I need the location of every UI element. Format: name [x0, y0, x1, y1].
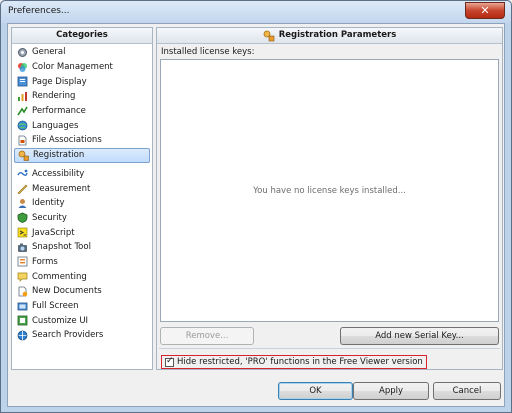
sidebar-item-languages[interactable]: Languages — [14, 118, 150, 133]
sidebar-item-label: Forms — [32, 256, 58, 267]
rendering-icon — [18, 91, 27, 101]
sidebar-item-general[interactable]: General — [14, 45, 150, 60]
javascript-icon — [17, 227, 28, 238]
sidebar-item-label: New Documents — [32, 286, 102, 297]
sidebar-item-label: Color Management — [32, 62, 113, 73]
languages-icon — [17, 120, 28, 131]
ok-button[interactable]: OK — [278, 382, 353, 400]
sidebar-item-label: General — [32, 47, 66, 58]
preferences-window: Preferences... ✕ Categories General Color… — [0, 0, 512, 413]
measurement-icon — [17, 184, 28, 195]
registration-icon — [18, 150, 29, 161]
remove-button[interactable]: Remove... — [160, 327, 254, 345]
dialog-body: Categories General Color Management Page D… — [7, 23, 505, 407]
sidebar-item-forms[interactable]: Forms — [14, 255, 150, 270]
registration-title: Registration Parameters — [278, 30, 397, 40]
sidebar-item-label: Rendering — [32, 91, 76, 102]
sidebar-item-label: File Associations — [32, 135, 102, 146]
sidebar-item-file-associations[interactable]: File Associations — [14, 133, 150, 148]
title-bar[interactable]: Preferences... ✕ — [1, 1, 511, 23]
hide-pro-functions-option[interactable]: Hide restricted, 'PRO' functions in the … — [161, 355, 427, 369]
color-management-icon — [18, 62, 27, 72]
add-serial-key-button[interactable]: Add new Serial Key... — [340, 327, 499, 345]
registration-header: Registration Parameters — [157, 28, 502, 44]
sidebar-item-registration[interactable]: Registration — [14, 147, 150, 163]
sidebar-item-label: Accessibility — [32, 168, 85, 179]
sidebar-item-label: Languages — [32, 120, 79, 131]
sidebar-item-javascript[interactable]: JavaScript — [14, 225, 150, 240]
security-icon — [17, 212, 28, 224]
categories-list: General Color Management Page Display Rende… — [12, 44, 152, 343]
forms-icon — [17, 257, 28, 267]
sidebar-item-commenting[interactable]: Commenting — [14, 269, 150, 284]
cancel-button[interactable]: Cancel — [433, 382, 501, 400]
categories-header: Categories — [12, 28, 152, 44]
accessibility-icon — [17, 169, 28, 177]
registration-icon — [263, 30, 275, 41]
sidebar-item-label: Full Screen — [32, 301, 79, 312]
sidebar-item-label: Page Display — [32, 76, 87, 87]
sidebar-item-security[interactable]: Security — [14, 211, 150, 226]
sidebar-item-label: Snapshot Tool — [32, 242, 91, 253]
window-title: Preferences... — [8, 6, 70, 16]
full-screen-icon — [17, 302, 28, 310]
sidebar-item-label: Performance — [32, 106, 86, 117]
sidebar-item-label: Search Providers — [32, 330, 104, 341]
empty-list-message: You have no license keys installed... — [253, 186, 406, 196]
sidebar-item-label: Commenting — [32, 271, 87, 282]
sidebar-item-customize-ui[interactable]: Customize UI — [14, 313, 150, 328]
hide-pro-label: Hide restricted, 'PRO' functions in the … — [177, 357, 423, 367]
sidebar-item-page-display[interactable]: Page Display — [14, 74, 150, 89]
snapshot-tool-icon — [18, 243, 27, 252]
file-associations-icon — [18, 135, 27, 146]
sidebar-item-label: Security — [32, 212, 67, 223]
sidebar-item-accessibility[interactable]: Accessibility — [14, 167, 150, 182]
commenting-icon — [17, 272, 28, 283]
categories-panel: Categories General Color Management Page D… — [11, 27, 153, 370]
identity-icon — [18, 198, 27, 208]
sidebar-item-identity[interactable]: Identity — [14, 196, 150, 211]
divider — [159, 348, 500, 349]
hide-pro-checkbox[interactable] — [165, 356, 174, 367]
sidebar-item-snapshot-tool[interactable]: Snapshot Tool — [14, 240, 150, 255]
close-button[interactable]: ✕ — [465, 2, 505, 19]
sidebar-item-rendering[interactable]: Rendering — [14, 89, 150, 104]
sidebar-item-new-documents[interactable]: New Documents — [14, 284, 150, 299]
general-icon — [18, 47, 27, 57]
sidebar-item-label: Registration — [33, 150, 85, 161]
sidebar-item-performance[interactable]: Performance — [14, 104, 150, 119]
sidebar-item-label: Customize UI — [32, 315, 89, 326]
installed-keys-label: Installed license keys: — [161, 47, 255, 57]
apply-button[interactable]: Apply — [353, 382, 429, 400]
new-documents-icon — [18, 286, 28, 297]
registration-panel: Registration Parameters Installed licens… — [156, 27, 503, 370]
customize-ui-icon — [17, 315, 28, 326]
sidebar-item-measurement[interactable]: Measurement — [14, 181, 150, 196]
sidebar-item-label: Identity — [32, 198, 65, 209]
sidebar-item-full-screen[interactable]: Full Screen — [14, 299, 150, 314]
license-keys-list[interactable]: You have no license keys installed... — [160, 59, 499, 322]
search-providers-icon — [17, 330, 28, 341]
performance-icon — [17, 106, 28, 116]
sidebar-item-label: Measurement — [32, 183, 91, 194]
sidebar-item-label: JavaScript — [32, 227, 75, 238]
page-display-icon — [17, 76, 28, 87]
sidebar-item-color-management[interactable]: Color Management — [14, 60, 150, 75]
sidebar-item-search-providers[interactable]: Search Providers — [14, 328, 150, 343]
